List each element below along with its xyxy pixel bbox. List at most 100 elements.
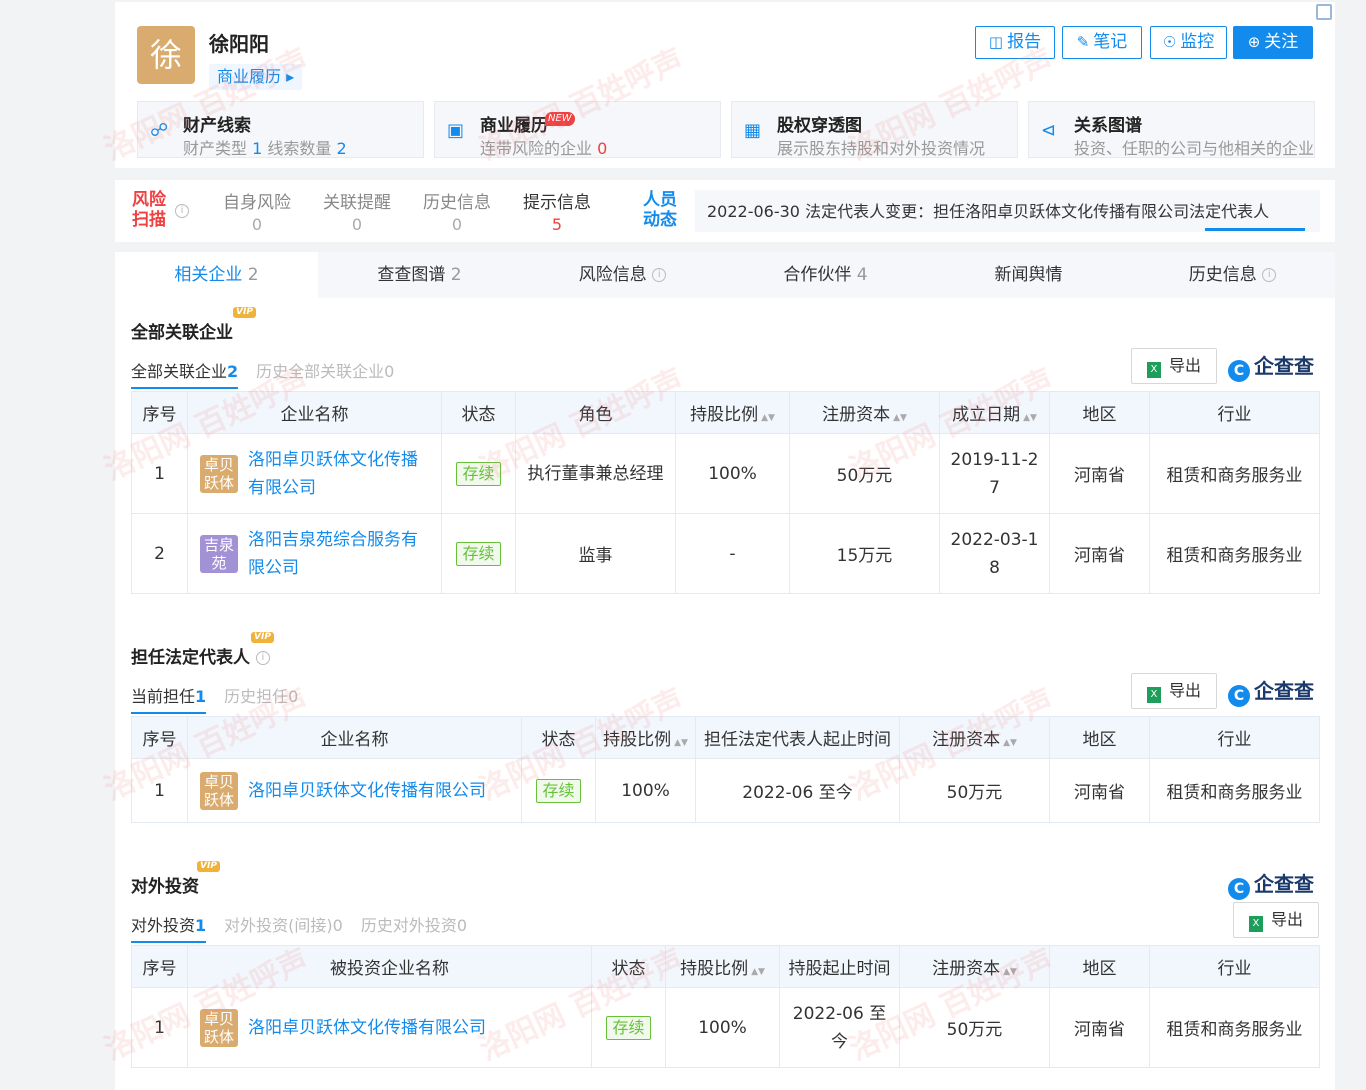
note-button[interactable]: ✎ 笔记 [1062, 26, 1142, 59]
sort-icon: ▲▼ [893, 413, 907, 423]
tree-icon: ▦ [744, 120, 762, 141]
col-role: 角色 [515, 391, 676, 434]
person-header: 徐 徐阳阳 商业履历 ▸ ◫ 报告 ✎ 笔记 ☉ 监控 ⊕ 关注 ☍ 财产线索 财产类型… [115, 2, 1335, 168]
section-investment-title: 对外投资 [131, 877, 199, 897]
person-name: 徐阳阳 [209, 32, 269, 56]
sort-icon: ▲▼ [1023, 413, 1037, 423]
risk-tips[interactable]: 提示信息 5 [517, 188, 597, 234]
tab-related-companies[interactable]: 相关企业 2 [115, 252, 318, 298]
section-investment-subtabs: 对外投资1 对外投资(间接)0 历史对外投资0 [131, 912, 485, 943]
table-row: 1 卓贝跃体 洛阳卓贝跃体文化传播有限公司 存续 执行董事兼总经理 100% 50… [131, 433, 1320, 514]
col-region: 地区 [1049, 391, 1150, 434]
company-logo: 卓贝跃体 [200, 454, 238, 493]
col-name: 企业名称 [187, 391, 442, 434]
company-logo: 卓贝跃体 [200, 1008, 238, 1047]
col-capital[interactable]: 注册资本 ▲▼ [789, 391, 940, 434]
col-date[interactable]: 成立日期 ▲▼ [939, 391, 1050, 434]
qcc-logo: C 企查查 [1228, 675, 1314, 707]
feature-equity-chart[interactable]: ▦ 股权穿透图 展示股东持股和对外投资情况 [731, 101, 1018, 158]
subtab-history-investment[interactable]: 历史对外投资0 [361, 912, 467, 941]
dynamic-scroll-indicator [1205, 228, 1305, 231]
vip-badge: VIP [251, 632, 274, 643]
sort-icon: ▲▼ [1003, 738, 1017, 748]
col-status: 状态 [441, 391, 516, 434]
subtab-history-related[interactable]: 历史全部关联企业0 [256, 358, 394, 387]
info-icon: i [652, 268, 667, 282]
monitor-icon: ☉ [1162, 33, 1177, 51]
report-button[interactable]: ◫ 报告 [975, 26, 1055, 59]
company-logo: 吉泉苑 [200, 534, 238, 573]
tab-graph[interactable]: 查查图谱 2 [318, 252, 521, 298]
business-resume-link[interactable]: 商业履历 ▸ [209, 64, 303, 90]
person-dynamic-text[interactable]: 2022-06-30 法定代表人变更：担任洛阳卓贝跃体文化传播有限公司法定代表人 [695, 190, 1320, 232]
export-button[interactable]: X 导出 [1131, 348, 1217, 384]
company-link[interactable]: 洛阳卓贝跃体文化传播有限公司 [248, 777, 486, 805]
section-legal-rep-subtabs: 当前担任1 历史担任0 [131, 683, 316, 714]
excel-icon: X [1248, 916, 1263, 932]
info-icon[interactable]: i [175, 204, 189, 218]
status-badge: 存续 [606, 1015, 651, 1040]
sort-icon: ▲▼ [674, 738, 688, 748]
tab-news[interactable]: 新闻舆情 [927, 252, 1130, 298]
sort-icon: ▲▼ [761, 413, 775, 423]
legal-rep-table: 序号 企业名称 状态 持股比例 ▲▼ 担任法定代表人起止时间 注册资本 ▲▼ 地区 … [131, 716, 1320, 823]
risk-scan-bar: 风险扫描 i 自身风险 0 关联提醒 0 历史信息 0 提示信息 5 人员动态 2022… [115, 180, 1335, 242]
tab-risk-info[interactable]: 风险信息 i [521, 252, 724, 298]
risk-scan-label: 风险扫描 [132, 190, 166, 230]
status-badge: 存续 [456, 541, 501, 566]
col-no: 序号 [131, 391, 188, 434]
export-button[interactable]: X 导出 [1233, 902, 1319, 938]
tab-history[interactable]: 历史信息 i [1130, 252, 1335, 298]
subtab-indirect[interactable]: 对外投资(间接)0 [224, 912, 343, 941]
briefcase-icon: ▣ [447, 120, 465, 141]
investment-table: 序号 被投资企业名称 状态 持股比例 ▲▼ 持股起止时间 注册资本 ▲▼ 地区 行业… [131, 945, 1320, 1068]
col-ratio[interactable]: 持股比例 ▲▼ [675, 391, 790, 434]
info-icon: i [1262, 268, 1277, 282]
company-link[interactable]: 洛阳吉泉苑综合服务有限公司 [248, 526, 429, 582]
col-industry: 行业 [1149, 391, 1320, 434]
qr-icon[interactable] [1316, 4, 1332, 20]
company-link[interactable]: 洛阳卓贝跃体文化传播有限公司 [248, 446, 429, 502]
company-logo: 卓贝跃体 [200, 771, 238, 810]
table-row: 1 卓贝跃体 洛阳卓贝跃体文化传播有限公司 存续 100% 2022-06 至今 … [131, 987, 1320, 1068]
status-badge: 存续 [536, 778, 581, 803]
main-panel: 相关企业 2 查查图谱 2 风险信息 i 合作伙伴 4 新闻舆情 历史信息 i … [115, 252, 1335, 1090]
company-link[interactable]: 洛阳卓贝跃体文化传播有限公司 [248, 1014, 486, 1042]
subtab-investment[interactable]: 对外投资1 [131, 912, 207, 943]
vip-badge: VIP [233, 307, 256, 318]
link-icon: ☍ [150, 120, 169, 141]
subtab-history[interactable]: 历史担任0 [224, 683, 298, 712]
tab-partners[interactable]: 合作伙伴 4 [724, 252, 927, 298]
section-all-related-title: 全部关联企业 [131, 323, 233, 343]
export-button[interactable]: X 导出 [1131, 673, 1217, 709]
qcc-logo: C 企查查 [1228, 868, 1314, 900]
subtab-all-related[interactable]: 全部关联企业2 [131, 358, 239, 389]
new-badge: NEW [545, 112, 575, 126]
sort-icon: ▲▼ [751, 967, 765, 977]
vip-badge: VIP [197, 861, 220, 872]
table-row: 1 卓贝跃体 洛阳卓贝跃体文化传播有限公司 存续 100% 2022-06 至今 … [131, 758, 1320, 823]
subtab-current[interactable]: 当前担任1 [131, 683, 207, 714]
related-companies-table: 序号 企业名称 状态 角色 持股比例 ▲▼ 注册资本 ▲▼ 成立日期 ▲▼ 地区 行业… [131, 391, 1320, 594]
feature-business-resume[interactable]: ▣ 商业履历 NEW 连带风险的企业 0 [434, 101, 721, 158]
pen-icon: ✎ [1076, 33, 1090, 51]
feature-relation-graph[interactable]: ⊲ 关系图谱 投资、任职的公司与他相关的企业 [1028, 101, 1315, 158]
table-row: 2 吉泉苑 洛阳吉泉苑综合服务有限公司 存续 监事 - 15万元 2022-03-… [131, 513, 1320, 594]
section-all-related-subtabs: 全部关联企业2 历史全部关联企业0 [131, 358, 412, 389]
section-legal-rep-title: 担任法定代表人 i [131, 643, 270, 668]
person-avatar: 徐 [137, 26, 195, 84]
excel-icon: X [1146, 687, 1161, 703]
report-icon: ◫ [988, 33, 1004, 51]
monitor-button[interactable]: ☉ 监控 [1150, 26, 1227, 59]
follow-button[interactable]: ⊕ 关注 [1233, 26, 1313, 59]
main-tabs: 相关企业 2 查查图谱 2 风险信息 i 合作伙伴 4 新闻舆情 历史信息 i [115, 252, 1335, 298]
plus-circle-icon: ⊕ [1247, 33, 1261, 51]
info-icon: i [255, 651, 270, 665]
feature-property-clues[interactable]: ☍ 财产线索 财产类型 1 线索数量 2 [137, 101, 424, 158]
risk-self[interactable]: 自身风险 0 [217, 188, 297, 234]
qcc-logo: C 企查查 [1228, 350, 1314, 382]
status-badge: 存续 [456, 461, 501, 486]
excel-icon: X [1146, 362, 1161, 378]
risk-related[interactable]: 关联提醒 0 [317, 188, 397, 234]
risk-history[interactable]: 历史信息 0 [417, 188, 497, 234]
